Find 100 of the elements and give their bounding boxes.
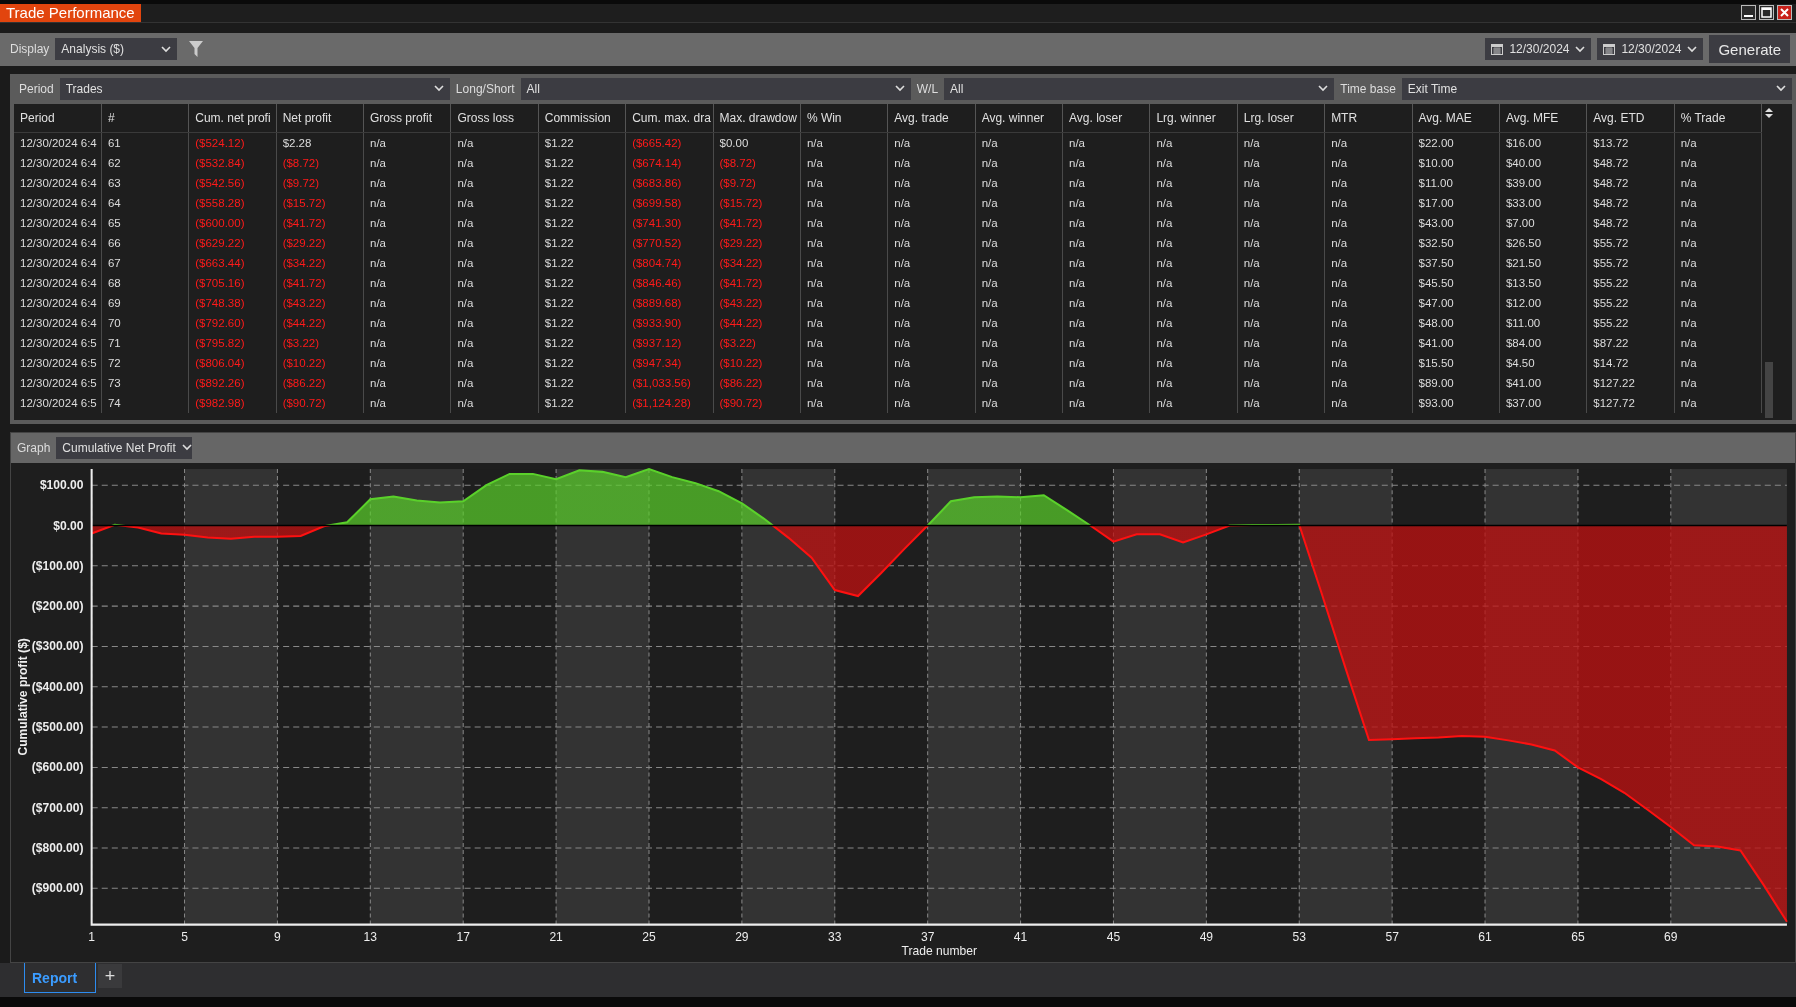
table-cell: ($792.60) [188, 312, 277, 333]
minimize-button[interactable] [1741, 5, 1756, 21]
column-header[interactable]: Gross loss [450, 103, 539, 133]
table-cell: n/a [1149, 252, 1238, 273]
table-cell: ($804.74) [625, 252, 713, 273]
table-cell: n/a [1674, 192, 1762, 213]
table-cell: n/a [1674, 232, 1762, 253]
table-cell: 71 [101, 332, 189, 353]
tick-label: 37 [920, 929, 935, 944]
maximize-button[interactable] [1759, 5, 1774, 21]
column-header[interactable]: Avg. winner [975, 103, 1063, 133]
column-header[interactable]: Avg. loser [1062, 103, 1150, 133]
column-header[interactable]: MTR [1324, 103, 1412, 133]
table-cell: ($8.72) [713, 152, 801, 173]
add-tab-button[interactable]: + [98, 964, 122, 989]
scroll-thumb[interactable] [1765, 361, 1773, 418]
table-cell: 68 [101, 272, 189, 293]
column-header[interactable]: Gross profit [363, 103, 451, 133]
filter-label: Period [19, 81, 54, 96]
table-cell: $48.72 [1586, 212, 1675, 233]
chevron-down-icon [181, 444, 192, 452]
table-cell: n/a [800, 352, 888, 373]
table-cell: 12/30/2024 6:4 [14, 212, 102, 233]
table-cell: n/a [800, 312, 888, 333]
axis-title: Trade number [901, 943, 977, 958]
table-cell: ($542.56) [188, 172, 277, 193]
table-cell: n/a [1674, 332, 1762, 353]
filter-dropdown[interactable]: Exit Time [1401, 77, 1792, 100]
table-cell: ($41.72) [276, 212, 364, 233]
column-header[interactable]: Avg. MFE [1499, 103, 1587, 133]
column-header[interactable]: Lrg. loser [1237, 103, 1325, 133]
tick-label: ($600.00) [31, 759, 84, 774]
tick-label: 5 [181, 929, 188, 944]
table-cell: n/a [800, 212, 888, 233]
table-cell: $47.00 [1412, 292, 1500, 313]
table-cell: n/a [1324, 292, 1412, 313]
tick-label: 21 [549, 929, 563, 944]
column-header[interactable]: Lrg. winner [1149, 103, 1238, 133]
close-button[interactable] [1777, 5, 1792, 21]
display-dropdown[interactable]: Analysis ($) [55, 38, 178, 61]
filter-dropdown[interactable]: All [944, 77, 1335, 100]
table-cell: n/a [887, 132, 976, 153]
column-header[interactable]: Avg. MAE [1412, 103, 1500, 133]
table-cell: n/a [1324, 172, 1412, 193]
table-cell: n/a [363, 152, 451, 173]
table-cell: 65 [101, 212, 189, 233]
column-header[interactable]: Period [14, 103, 102, 133]
table-cell: n/a [975, 192, 1063, 213]
chevron-down-icon [161, 45, 172, 53]
table-cell: $12.00 [1499, 292, 1587, 313]
column-header[interactable]: Max. drawdow [713, 103, 801, 133]
date-picker[interactable]: 12/30/2024 [1485, 38, 1592, 61]
column-header[interactable]: Cum. max. dra [625, 103, 713, 133]
tick-label: 61 [1478, 929, 1492, 944]
date-picker[interactable]: 12/30/2024 [1597, 38, 1704, 61]
table-cell: n/a [1237, 232, 1325, 253]
column-header[interactable]: Net profit [276, 103, 364, 133]
table-cell: n/a [450, 372, 539, 393]
table-cell: n/a [975, 312, 1063, 333]
table-cell: $22.00 [1412, 132, 1500, 153]
column-header[interactable]: % Win [800, 103, 888, 133]
table-cell: ($663.44) [188, 252, 277, 273]
graph-dropdown[interactable]: Cumulative Net Profit [56, 436, 193, 459]
filter-dropdown[interactable]: All [520, 77, 911, 100]
table-cell: ($34.22) [713, 252, 801, 273]
table-cell: $1.22 [538, 372, 626, 393]
generate-button[interactable]: Generate [1709, 35, 1790, 64]
filter-dropdown[interactable]: Trades [59, 77, 450, 100]
column-header[interactable]: # [101, 103, 189, 133]
tick-label: ($100.00) [31, 558, 84, 573]
table-cell: ($29.22) [276, 232, 364, 253]
column-header[interactable]: Commission [538, 103, 626, 133]
table-cell: $37.50 [1412, 252, 1500, 273]
table-cell: 12/30/2024 6:5 [14, 372, 102, 393]
table-cell: 12/30/2024 6:4 [14, 192, 102, 213]
table-cell: n/a [1062, 372, 1150, 393]
table-cell: ($1,124.28) [625, 392, 713, 413]
report-tab[interactable]: Report [24, 963, 96, 994]
column-header[interactable]: Avg. ETD [1586, 103, 1675, 133]
table-cell: ($43.22) [276, 292, 364, 313]
table-cell: n/a [1149, 212, 1238, 233]
table-cell: 61 [101, 132, 189, 153]
table-cell: n/a [1062, 392, 1150, 413]
table-cell: $11.00 [1412, 172, 1500, 193]
table-cell: n/a [450, 232, 539, 253]
table-cell: n/a [1237, 332, 1325, 353]
table-cell: n/a [975, 232, 1063, 253]
table-cell: n/a [887, 292, 976, 313]
table-cell: 12/30/2024 6:4 [14, 272, 102, 293]
table-cell: n/a [800, 372, 888, 393]
column-header[interactable]: % Trade [1674, 103, 1762, 133]
table-cell: n/a [887, 272, 976, 293]
table-cell: n/a [1149, 132, 1238, 153]
table-cell: n/a [887, 312, 976, 333]
table-cell: $13.72 [1586, 132, 1675, 153]
table-cell: ($41.72) [713, 212, 801, 233]
table-cell: n/a [450, 292, 539, 313]
column-header[interactable]: Cum. net profi [188, 103, 277, 133]
column-header[interactable]: Avg. trade [887, 103, 976, 133]
table-cell: n/a [1324, 192, 1412, 213]
